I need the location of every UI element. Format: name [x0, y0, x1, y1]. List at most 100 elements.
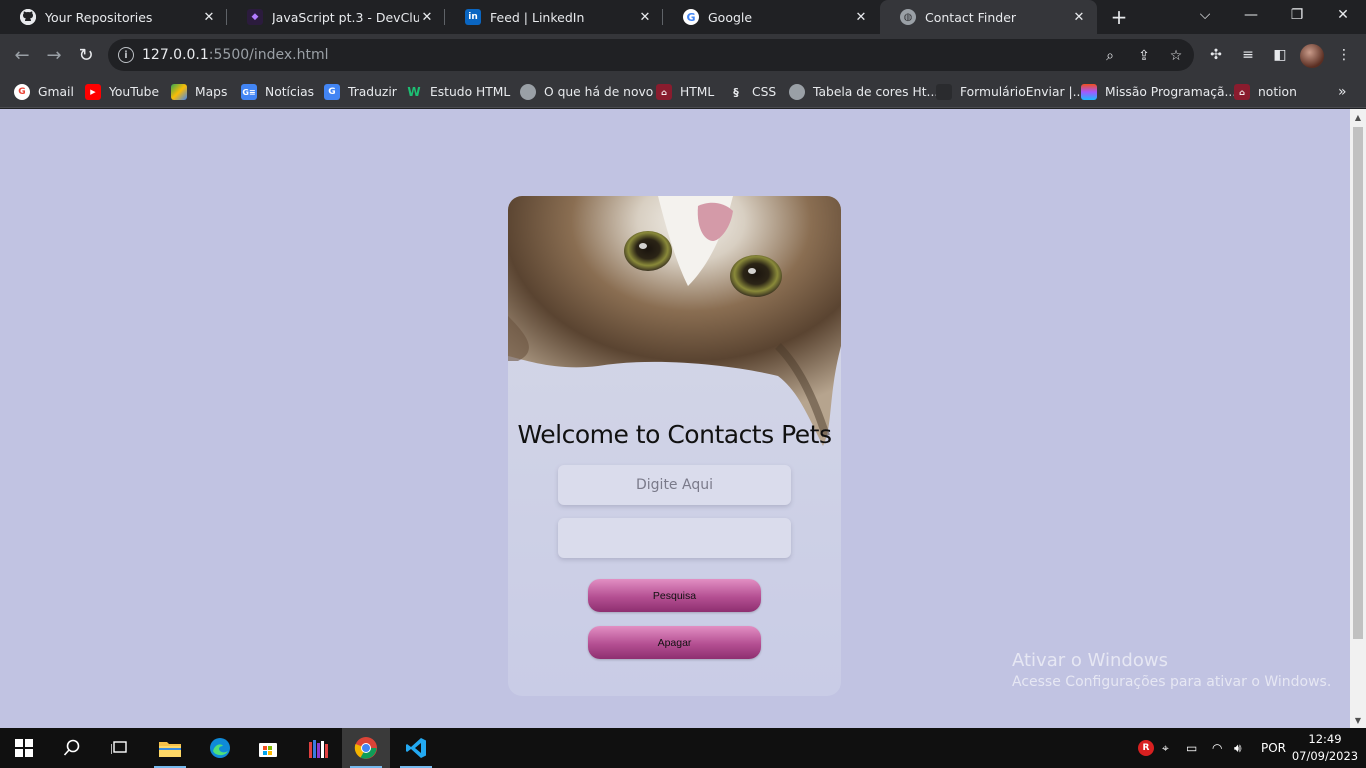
tab-title: Feed | LinkedIn	[490, 9, 585, 25]
bookmark-missao[interactable]: Missão Programaçã...	[1081, 82, 1236, 102]
globe-icon	[789, 84, 805, 100]
bookmark-label: O que há de novo	[544, 85, 654, 99]
reload-icon[interactable]: ↻	[74, 43, 98, 67]
html-icon: ⌂	[656, 84, 672, 100]
extensions-icon[interactable]: ✣	[1206, 45, 1226, 65]
globe-icon: ◍	[900, 9, 916, 25]
bookmark-maps[interactable]: Maps	[171, 82, 227, 102]
close-icon[interactable]: ✕	[637, 9, 653, 25]
browser-toolbar: ← → ↻ i 127.0.0.1:5500/index.html ⌕ ⇪ ☆ …	[0, 34, 1366, 76]
zoom-icon[interactable]: ⌕	[1101, 47, 1119, 65]
task-view-icon[interactable]	[96, 728, 144, 768]
bookmark-gmail[interactable]: G Gmail	[14, 82, 74, 102]
side-panel-icon[interactable]: ◧	[1270, 45, 1290, 65]
vscode-icon[interactable]	[392, 728, 440, 768]
search-button[interactable]: Pesquisa	[588, 579, 761, 612]
bookmark-label: YouTube	[109, 85, 160, 99]
result-field[interactable]	[558, 518, 791, 558]
restore-button[interactable]: ❐	[1274, 0, 1320, 30]
tab-linkedin[interactable]: in Feed | LinkedIn ✕	[445, 0, 663, 34]
bookmark-traduzir[interactable]: G Traduzir	[324, 82, 397, 102]
language-indicator[interactable]: POR	[1261, 728, 1286, 768]
bookmark-star-icon[interactable]: ☆	[1167, 47, 1185, 65]
chrome-icon	[520, 84, 536, 100]
new-tab-button[interactable]: +	[1108, 5, 1130, 29]
clock-date: 07/09/2023	[1291, 749, 1359, 763]
figma-icon	[1081, 84, 1097, 100]
back-arrow-icon[interactable]: ←	[10, 43, 34, 67]
profile-avatar[interactable]	[1300, 44, 1324, 68]
bookmark-css[interactable]: § CSS	[728, 82, 776, 102]
page-viewport: Welcome to Contacts Pets Pesquisa Apagar…	[0, 109, 1350, 728]
linkedin-icon: in	[465, 9, 481, 25]
taskbar-clock[interactable]: 12:49 07/09/2023	[1290, 731, 1360, 765]
site-info-icon[interactable]: i	[118, 47, 134, 63]
bookmark-label: Missão Programaçã...	[1105, 85, 1237, 99]
search-icon[interactable]	[48, 728, 96, 768]
bookmark-o-que-ha-de-novo[interactable]: O que há de novo	[520, 82, 653, 102]
tab-strip: Your Repositories ✕ ◆ JavaScript pt.3 - …	[0, 0, 1366, 34]
clear-button[interactable]: Apagar	[588, 626, 761, 659]
meet-now-icon[interactable]: ⌖	[1162, 728, 1169, 768]
tab-google[interactable]: G Google ✕	[663, 0, 879, 34]
wifi-icon[interactable]: ◠	[1212, 728, 1222, 768]
bookmarks-overflow-icon[interactable]: »	[1338, 82, 1347, 102]
windows-start-icon[interactable]	[0, 728, 48, 768]
scroll-up-icon[interactable]: ▲	[1350, 109, 1366, 125]
tab-your-repositories[interactable]: Your Repositories ✕	[0, 0, 227, 34]
tab-devclub[interactable]: ◆ JavaScript pt.3 - DevClub Full ✕	[227, 0, 445, 34]
search-input[interactable]	[558, 465, 791, 505]
bookmark-label: FormulárioEnviar |...	[960, 85, 1085, 99]
close-window-button[interactable]: ✕	[1320, 0, 1366, 30]
bookmark-label: Gmail	[38, 85, 74, 99]
tab-title: Google	[708, 9, 753, 25]
bookmark-label: notion	[1258, 85, 1297, 99]
maps-icon	[171, 84, 187, 100]
welcome-title: Welcome to Contacts Pets	[517, 420, 832, 449]
forward-arrow-icon[interactable]: →	[42, 43, 66, 67]
menu-kebab-icon[interactable]: ⋮	[1334, 45, 1354, 65]
tab-title: Your Repositories	[45, 9, 153, 25]
share-icon[interactable]: ⇪	[1135, 47, 1153, 65]
bookmark-html[interactable]: ⌂ HTML	[656, 82, 714, 102]
close-icon[interactable]: ✕	[853, 9, 869, 25]
tab-contact-finder[interactable]: ◍ Contact Finder ✕	[880, 0, 1097, 34]
file-explorer-icon[interactable]	[146, 728, 194, 768]
address-bar[interactable]: i 127.0.0.1:5500/index.html ⌕ ⇪ ☆	[108, 39, 1194, 71]
close-icon[interactable]: ✕	[419, 9, 435, 25]
media-control-icon[interactable]: ≡	[1238, 45, 1258, 65]
url-host: 127.0.0.1	[142, 47, 209, 63]
volume-icon[interactable]: 🔊︎	[1234, 728, 1242, 768]
edge-icon[interactable]	[196, 728, 244, 768]
tab-search-chevron-icon[interactable]: ⌵	[1182, 0, 1228, 30]
google-icon: G	[14, 84, 30, 100]
youtube-icon: ▶	[85, 84, 101, 100]
books-app-icon[interactable]	[294, 728, 342, 768]
battery-icon[interactable]: ▭	[1186, 728, 1197, 768]
scroll-down-icon[interactable]: ▼	[1350, 712, 1366, 728]
close-icon[interactable]: ✕	[201, 9, 217, 25]
minimize-button[interactable]: —	[1228, 0, 1274, 30]
chrome-taskbar-icon[interactable]	[342, 728, 390, 768]
scroll-thumb[interactable]	[1353, 127, 1363, 639]
microsoft-store-icon[interactable]	[244, 728, 292, 768]
tab-title: Contact Finder	[925, 9, 1017, 25]
github-icon	[20, 9, 36, 25]
bookmark-youtube[interactable]: ▶ YouTube	[85, 82, 159, 102]
bookmark-label: Tabela de cores Ht...	[813, 85, 939, 99]
google-icon: G	[683, 9, 699, 25]
notion-icon: ⌂	[1234, 84, 1250, 100]
bookmark-formulario[interactable]: FormulárioEnviar |...	[936, 82, 1084, 102]
bookmark-estudo-html[interactable]: W Estudo HTML	[406, 82, 510, 102]
address-url[interactable]: 127.0.0.1:5500/index.html	[142, 47, 329, 63]
bookmark-label: Traduzir	[348, 85, 397, 99]
antivirus-tray-icon[interactable]: R	[1138, 728, 1154, 768]
bookmark-notion[interactable]: ⌂ notion	[1234, 82, 1297, 102]
page-scrollbar[interactable]: ▲ ▼	[1350, 109, 1366, 728]
bookmark-noticias[interactable]: G≡ Notícias	[241, 82, 314, 102]
bookmark-tabela-cores[interactable]: Tabela de cores Ht...	[789, 82, 938, 102]
windows-taskbar: R ⌖ ▭ ◠ 🔊︎ POR 12:49 07/09/2023	[0, 728, 1366, 768]
close-icon[interactable]: ✕	[1071, 9, 1087, 25]
windows-activation-watermark: Ativar o Windows Acesse Configurações pa…	[1012, 650, 1331, 690]
form-icon	[936, 84, 952, 100]
